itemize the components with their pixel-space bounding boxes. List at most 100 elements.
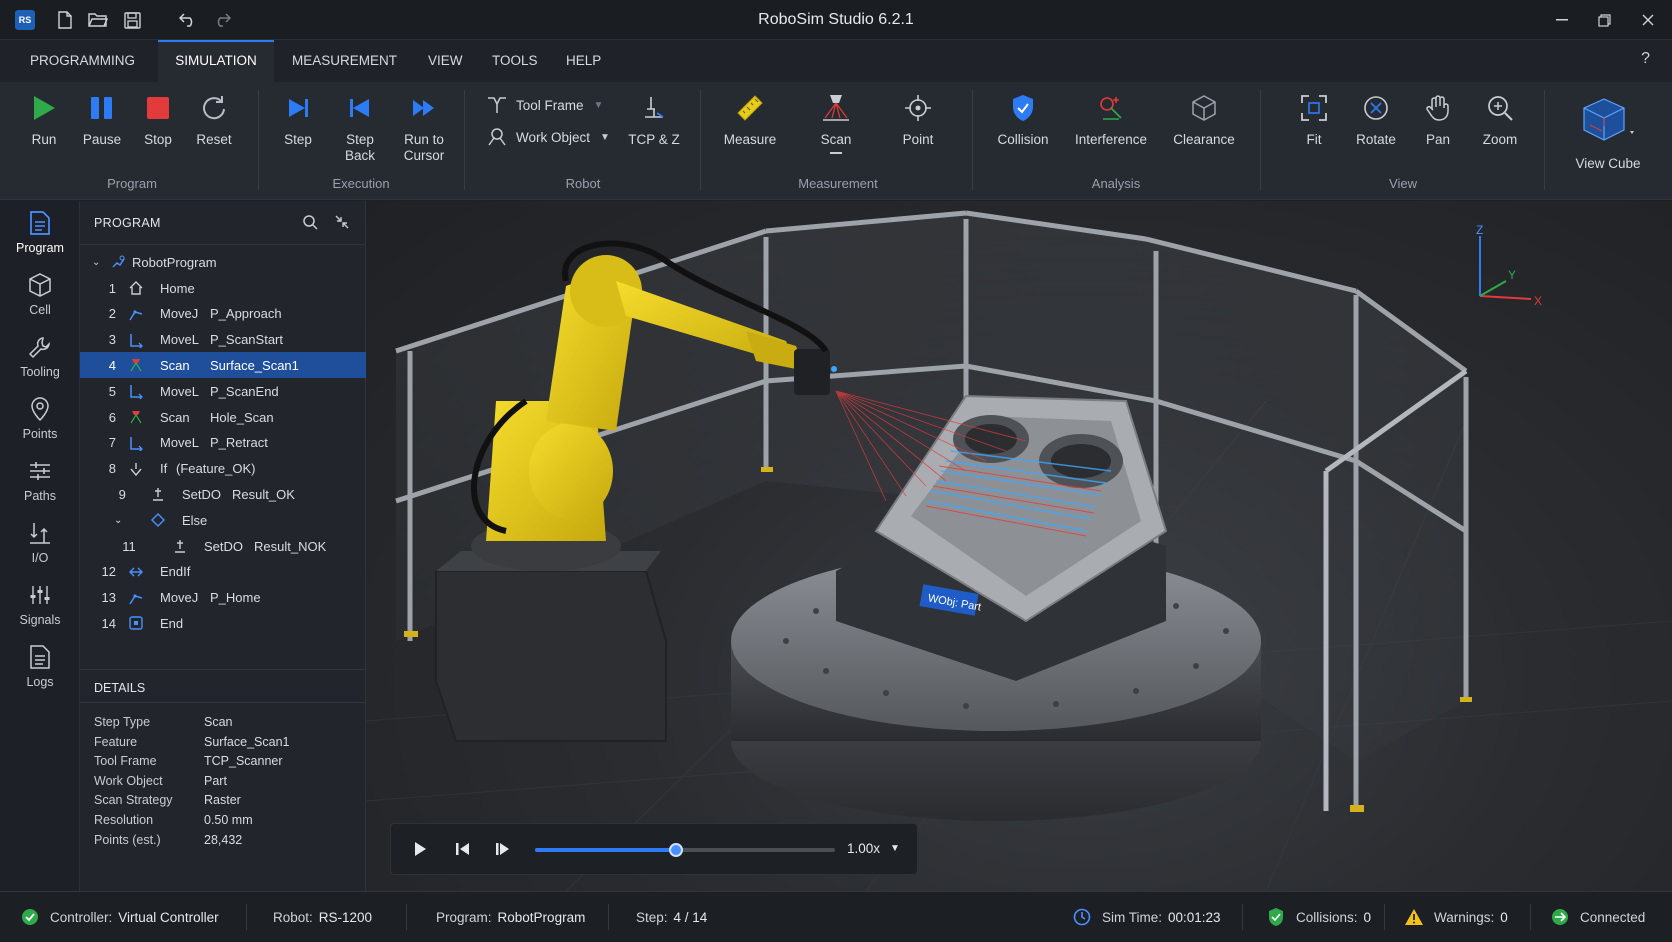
tool-frame-label: Tool Frame — [516, 97, 584, 113]
step-back-button[interactable]: Step Back — [328, 92, 392, 164]
connected-label: Connected — [1580, 909, 1646, 925]
tool-frame-dropdown[interactable]: Tool Frame ▼ — [486, 94, 603, 116]
step-button[interactable]: Step — [266, 92, 330, 148]
step-back-icon — [344, 92, 376, 124]
tab-simulation[interactable]: SIMULATION — [158, 40, 274, 82]
warnings-value: 0 — [1500, 909, 1508, 925]
tree-row[interactable]: 13 MoveJ P_Home — [80, 585, 366, 611]
run-to-cursor-button[interactable]: Run to Cursor — [392, 92, 456, 164]
clearance-button[interactable]: Clearance — [1166, 92, 1242, 148]
interference-button[interactable]: Interference — [1072, 92, 1150, 148]
zoom-button[interactable]: Zoom — [1468, 92, 1532, 148]
rotate-button[interactable]: Rotate — [1344, 92, 1408, 148]
setdo-icon — [150, 486, 166, 502]
status-warnings: Warnings: 0 — [1404, 892, 1508, 942]
measure-button[interactable]: Measure — [718, 92, 782, 148]
timeline-handle[interactable] — [669, 843, 683, 857]
work-object-dropdown[interactable]: Work Object ▼ — [486, 126, 610, 148]
new-file-icon[interactable] — [55, 10, 75, 30]
ribbon-separator — [464, 90, 465, 190]
scan-button[interactable]: Scan — [804, 92, 868, 154]
step-label: Step — [284, 132, 312, 147]
playback-controls: 1.00x ▼ — [390, 823, 918, 875]
endif-icon — [128, 564, 144, 580]
step-command: MoveL — [160, 332, 200, 348]
view-cube-button[interactable]: View Cube — [1558, 94, 1658, 172]
menu-bar: PROGRAMMING SIMULATION MEASUREMENT VIEW … — [0, 40, 1672, 82]
collapse-icon[interactable] — [334, 214, 352, 232]
redo-icon[interactable] — [212, 10, 232, 30]
tab-view[interactable]: VIEW — [414, 40, 477, 82]
tree-root[interactable]: ⌄ RobotProgram — [80, 249, 366, 275]
tree-row[interactable]: 2 MoveJ P_Approach — [80, 301, 366, 327]
check-circle-icon — [20, 907, 40, 927]
left-nav-rail: Program Cell Tooling Points Paths I/O Si… — [0, 201, 80, 891]
rail-item-signals[interactable]: Signals — [0, 581, 80, 627]
minimize-button[interactable] — [1548, 8, 1576, 32]
speed-dropdown[interactable]: 1.00x ▼ — [847, 841, 900, 856]
run-button[interactable]: Run — [12, 92, 76, 148]
tree-row[interactable]: 5 MoveL P_ScanEnd — [80, 378, 366, 404]
stop-button[interactable]: Stop — [126, 92, 190, 148]
timeline-track[interactable] — [535, 843, 835, 857]
status-separator — [246, 904, 247, 930]
end-icon — [128, 615, 144, 631]
tree-row[interactable]: 1 Home — [80, 275, 366, 301]
tab-programming[interactable]: PROGRAMMING — [16, 40, 149, 82]
clock-icon — [1072, 907, 1092, 927]
tree-row[interactable]: 11 SetDO Result_NOK — [80, 533, 366, 559]
detail-value: Scan — [204, 715, 233, 729]
rail-item-paths[interactable]: Paths — [0, 457, 80, 503]
tree-row[interactable]: 6 Scan Hole_Scan — [80, 404, 366, 430]
open-folder-icon[interactable] — [88, 10, 108, 30]
tree-row[interactable]: 7 MoveL P_Retract — [80, 430, 366, 456]
cube-icon — [26, 271, 54, 299]
collision-button[interactable]: Collision — [988, 92, 1058, 148]
tree-row[interactable]: 12 EndIf — [80, 559, 366, 585]
pause-button[interactable]: Pause — [70, 92, 134, 148]
tab-help[interactable]: HELP — [552, 40, 615, 82]
rail-item-io[interactable]: I/O — [0, 519, 80, 565]
tree-row[interactable]: 9 SetDO Result_OK — [80, 481, 366, 507]
axis-triad: Z Y X — [1476, 223, 1542, 308]
fit-label: Fit — [1306, 132, 1322, 147]
step-number: 14 — [101, 615, 116, 631]
search-icon[interactable] — [302, 214, 320, 232]
tree-row[interactable]: 8 If (Feature_OK) — [80, 456, 366, 482]
play-button[interactable] — [413, 841, 427, 860]
title-bar: RS RoboSim Studio 6.2.1 — [0, 0, 1672, 40]
tree-row[interactable]: ⌄ Else — [80, 507, 366, 533]
skip-back-button[interactable] — [455, 841, 471, 860]
reset-button[interactable]: Reset — [182, 92, 246, 148]
tcp-z-button[interactable]: TCP & Z — [622, 92, 686, 148]
rail-item-points[interactable]: Points — [0, 395, 80, 441]
3d-viewport[interactable]: WObj: Part Z Y X — [366, 201, 1672, 891]
help-icon[interactable]: ? — [1641, 50, 1650, 68]
restore-button[interactable] — [1590, 8, 1618, 32]
close-button[interactable] — [1634, 8, 1662, 32]
tab-tools[interactable]: TOOLS — [478, 40, 552, 82]
fit-button[interactable]: Fit — [1282, 92, 1346, 148]
rail-item-logs[interactable]: Logs — [0, 643, 80, 689]
rail-label-signals: Signals — [19, 613, 61, 627]
crosshair-icon — [902, 92, 934, 124]
rail-item-program[interactable]: Program — [0, 209, 80, 255]
rail-item-tooling[interactable]: Tooling — [0, 333, 80, 379]
details-header: DETAILS — [80, 669, 366, 703]
step-forward-button[interactable] — [495, 841, 511, 860]
tab-measurement[interactable]: MEASUREMENT — [278, 40, 411, 82]
save-icon[interactable] — [122, 10, 142, 30]
point-button[interactable]: Point — [886, 92, 950, 148]
step-value: 4 / 14 — [673, 909, 708, 925]
pan-button[interactable]: Pan — [1406, 92, 1470, 148]
fast-forward-icon — [408, 92, 440, 124]
chevron-down-icon: ▼ — [593, 99, 604, 111]
stop-icon — [142, 92, 174, 124]
rail-item-cell[interactable]: Cell — [0, 271, 80, 317]
tree-row[interactable]: 4 Scan Surface_Scan1 — [80, 352, 366, 379]
step-number: 8 — [108, 461, 116, 477]
tree-row[interactable]: 14 End — [80, 610, 366, 636]
io-icon — [26, 519, 54, 547]
undo-icon[interactable] — [178, 10, 198, 30]
tree-row[interactable]: 3 MoveL P_ScanStart — [80, 327, 366, 353]
